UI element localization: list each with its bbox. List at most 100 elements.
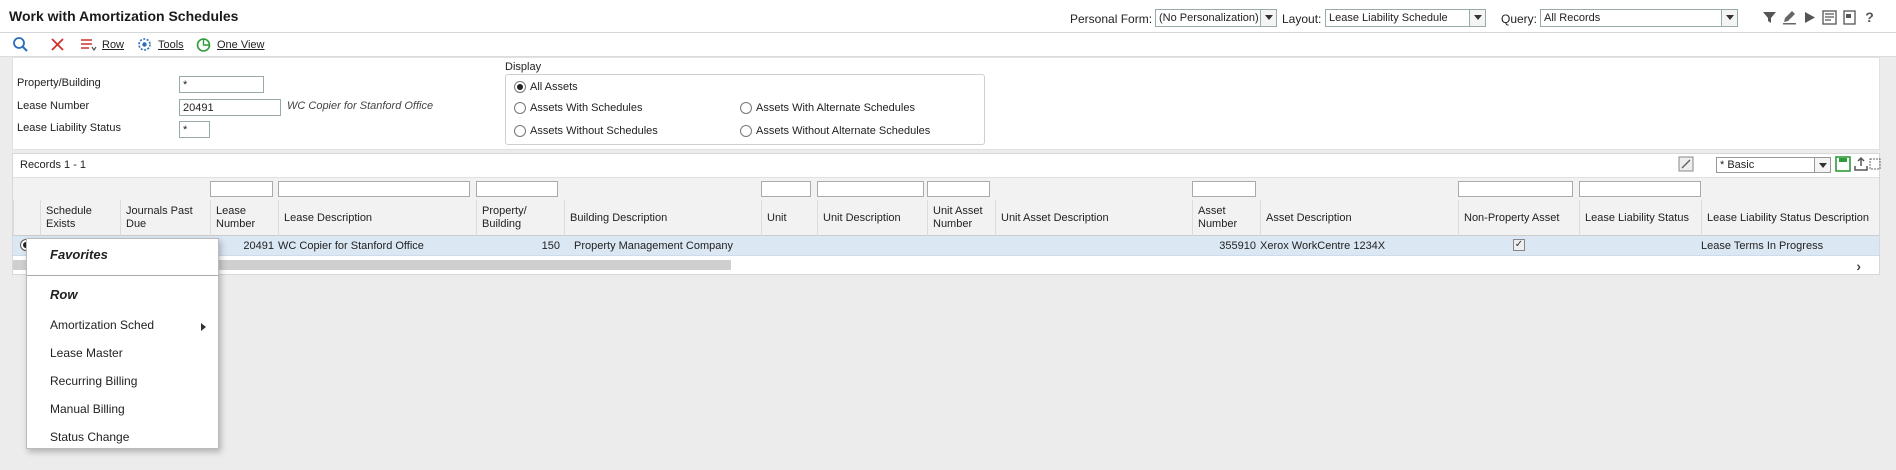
radio-assets-with-schedules[interactable]: Assets With Schedules [514, 102, 643, 114]
pencil-icon[interactable] [1782, 10, 1797, 25]
filter-icon[interactable] [1762, 10, 1777, 25]
one-view-button[interactable]: One View [195, 36, 265, 53]
query-label: Query: [1501, 12, 1538, 26]
col-building-description[interactable]: Building Description [564, 200, 761, 236]
cell-asset-number: 355910 [1219, 240, 1256, 252]
cell-asset-description: Xerox WorkCentre 1234X [1260, 240, 1386, 252]
grid-settings-icon[interactable] [1678, 156, 1694, 172]
title-bar: Work with Amortization Schedules Persona… [0, 0, 1896, 33]
cell-building-description: Property Management Company [574, 240, 733, 252]
col-non-property-asset[interactable]: Non-Property Asset [1458, 200, 1579, 236]
filter-unit-description[interactable] [817, 181, 924, 197]
layout-label: Layout: [1282, 12, 1322, 26]
col-lease-number[interactable]: Lease Number [210, 200, 278, 236]
cell-property-building: 150 [541, 240, 560, 252]
col-unit-description[interactable]: Unit Description [817, 200, 927, 236]
property-building-input[interactable]: * [179, 76, 264, 93]
chevron-right-icon [201, 323, 206, 331]
col-unit[interactable]: Unit [761, 200, 817, 236]
help-icon[interactable]: ? [1862, 10, 1877, 25]
lease-liability-status-input[interactable]: * [179, 121, 210, 138]
chevron-down-icon [1721, 10, 1737, 26]
radio-label: Assets With Schedules [530, 102, 643, 114]
gear-icon [136, 36, 153, 53]
radio-indicator [740, 125, 752, 137]
delete-button[interactable] [49, 36, 66, 53]
radio-indicator [514, 102, 526, 114]
page-title: Work with Amortization Schedules [9, 8, 239, 24]
menu-row-header: Row [50, 287, 78, 302]
col-lease-liability-status-description[interactable]: Lease Liability Status Description [1701, 200, 1879, 236]
menu-item-amortization-sched[interactable]: Amortization Sched [50, 318, 154, 332]
filter-property-building[interactable] [476, 181, 558, 197]
filter-unit[interactable] [761, 181, 811, 197]
chevron-down-icon [1260, 10, 1276, 26]
list-icon[interactable] [1822, 10, 1837, 25]
one-view-icon [195, 36, 212, 53]
horizontal-scrollbar[interactable]: › [13, 258, 1879, 274]
col-lease-description[interactable]: Lease Description [278, 200, 476, 236]
filter-lease-description[interactable] [278, 181, 470, 197]
save-icon[interactable] [1835, 156, 1851, 172]
personal-form-label: Personal Form: [1070, 12, 1153, 26]
filter-lease-liability-status[interactable] [1579, 181, 1701, 197]
lease-number-input[interactable]: 20491 [179, 99, 281, 116]
lease-number-description: WC Copier for Stanford Office [287, 100, 434, 112]
col-unit-asset-description[interactable]: Unit Asset Description [995, 200, 1192, 236]
row-context-menu: Favorites Row Amortization Sched Lease M… [26, 238, 219, 449]
col-select [13, 200, 40, 236]
personal-form-select[interactable]: (No Personalization) [1155, 9, 1277, 27]
table-row[interactable]: 20491 WC Copier for Stanford Office 150 … [13, 236, 1879, 256]
radio-assets-without-schedules[interactable]: Assets Without Schedules [514, 125, 658, 137]
radio-label: Assets With Alternate Schedules [756, 102, 915, 114]
radio-indicator [514, 125, 526, 137]
radio-assets-without-alternate-schedules[interactable]: Assets Without Alternate Schedules [740, 125, 930, 137]
column-header-row: Schedule Exists Journals Past Due Lease … [13, 200, 1879, 236]
document-icon[interactable] [1842, 10, 1857, 25]
filter-lease-number[interactable] [210, 181, 273, 197]
export-icon[interactable] [1853, 156, 1869, 172]
search-icon [12, 36, 29, 53]
query-value: All Records [1544, 12, 1601, 24]
menu-favorites[interactable]: Favorites [50, 247, 108, 262]
radio-all-assets[interactable]: All Assets [514, 81, 578, 93]
menu-item-manual-billing[interactable]: Manual Billing [50, 402, 125, 416]
row-menu-button[interactable]: Row [80, 36, 124, 53]
menu-item-recurring-billing[interactable]: Recurring Billing [50, 374, 137, 388]
radio-label: All Assets [530, 81, 578, 93]
toolbar: Row Tools One View [0, 33, 1896, 57]
filter-unit-asset-number[interactable] [927, 181, 990, 197]
col-property-building[interactable]: Property/ Building [476, 200, 564, 236]
col-unit-asset-number[interactable]: Unit Asset Number [927, 200, 995, 236]
radio-label: Assets Without Alternate Schedules [756, 125, 931, 137]
filter-non-property-asset[interactable] [1458, 181, 1573, 197]
play-icon[interactable] [1802, 10, 1817, 25]
radio-assets-with-alternate-schedules[interactable]: Assets With Alternate Schedules [740, 102, 915, 114]
property-building-label: Property/Building [17, 77, 101, 89]
col-lease-liability-status[interactable]: Lease Liability Status [1579, 200, 1701, 236]
find-button[interactable] [12, 36, 29, 53]
col-asset-description[interactable]: Asset Description [1260, 200, 1458, 236]
col-journals-past-due[interactable]: Journals Past Due [120, 200, 210, 236]
query-select[interactable]: All Records [1540, 9, 1738, 27]
tools-menu-button[interactable]: Tools [136, 36, 184, 53]
chevron-right-icon[interactable]: › [1856, 258, 1861, 274]
maximize-icon[interactable] [1869, 156, 1881, 172]
col-asset-number[interactable]: Asset Number [1192, 200, 1260, 236]
cell-lease-liability-status-description: Lease Terms In Progress [1701, 240, 1824, 252]
chevron-down-icon [1469, 10, 1485, 26]
menu-item-lease-master[interactable]: Lease Master [50, 346, 123, 360]
row-list-icon [80, 36, 97, 53]
grid-format-value: * Basic [1720, 159, 1755, 171]
filter-asset-number[interactable] [1192, 181, 1256, 197]
radio-selected-indicator [514, 81, 526, 93]
layout-select[interactable]: Lease Liability Schedule [1325, 9, 1486, 27]
col-schedule-exists[interactable]: Schedule Exists [40, 200, 120, 236]
chevron-down-icon [1814, 158, 1830, 172]
one-view-label: One View [217, 38, 265, 51]
grid-format-select[interactable]: * Basic [1716, 157, 1831, 173]
menu-divider [27, 275, 218, 276]
radio-label: Assets Without Schedules [530, 125, 658, 137]
records-count: Records 1 - 1 [20, 159, 87, 171]
menu-item-status-change[interactable]: Status Change [50, 430, 129, 444]
